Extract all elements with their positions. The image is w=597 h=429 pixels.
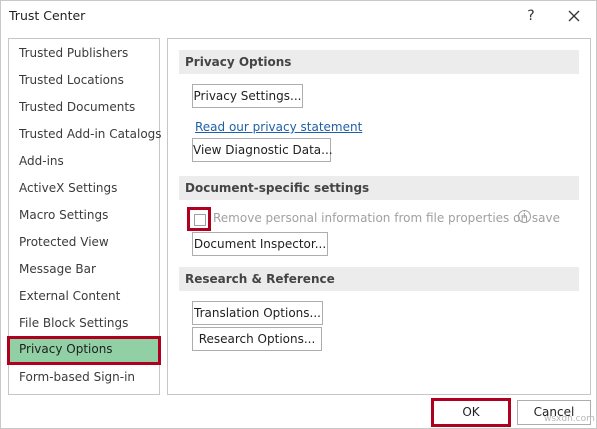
sidebar-item-trusted-locations[interactable]: Trusted Locations bbox=[9, 67, 159, 94]
privacy-settings-button[interactable]: Privacy Settings... bbox=[192, 84, 303, 108]
sidebar-item-trusted-publishers[interactable]: Trusted Publishers bbox=[9, 40, 159, 67]
trust-center-dialog: Trust Center ? Trusted Publishers Truste… bbox=[0, 0, 597, 429]
title-bar: Trust Center ? bbox=[1, 1, 596, 31]
privacy-statement-link[interactable]: Read our privacy statement bbox=[195, 120, 362, 134]
sidebar-item-file-block-settings[interactable]: File Block Settings bbox=[9, 310, 159, 337]
watermark: wsxdn.com bbox=[544, 414, 595, 424]
document-inspector-button[interactable]: Document Inspector... bbox=[192, 232, 328, 256]
info-icon: i bbox=[518, 210, 531, 223]
sidebar-item-message-bar[interactable]: Message Bar bbox=[9, 256, 159, 283]
sidebar-item-trusted-add-in-catalogs[interactable]: Trusted Add-in Catalogs bbox=[9, 121, 162, 148]
sidebar-item-protected-view[interactable]: Protected View bbox=[9, 229, 159, 256]
ok-button[interactable]: OK bbox=[431, 398, 511, 427]
sidebar-item-activex-settings[interactable]: ActiveX Settings bbox=[9, 175, 159, 202]
sidebar-item-privacy-options[interactable]: Privacy Options bbox=[7, 336, 161, 365]
close-button[interactable] bbox=[560, 4, 588, 28]
section-header-research-reference: Research & Reference bbox=[179, 267, 579, 291]
sidebar-nav: Trusted Publishers Trusted Locations Tru… bbox=[7, 38, 162, 395]
help-icon: ? bbox=[527, 8, 535, 24]
privacy-options-panel: Privacy Options Privacy Settings... Read… bbox=[167, 38, 591, 395]
section-header-privacy-options: Privacy Options bbox=[179, 50, 579, 74]
section-header-document-specific: Document-specific settings bbox=[179, 176, 579, 200]
sidebar-item-form-based-sign-in[interactable]: Form-based Sign-in bbox=[9, 364, 159, 391]
window-title: Trust Center bbox=[9, 8, 86, 23]
research-options-button[interactable]: Research Options... bbox=[192, 327, 322, 351]
remove-info-checkbox-highlight bbox=[187, 207, 211, 231]
remove-personal-info-checkbox[interactable] bbox=[194, 214, 206, 226]
view-diagnostic-data-button[interactable]: View Diagnostic Data... bbox=[192, 138, 333, 162]
sidebar-item-trusted-documents[interactable]: Trusted Documents bbox=[9, 94, 159, 121]
sidebar-item-macro-settings[interactable]: Macro Settings bbox=[9, 202, 159, 229]
sidebar-item-add-ins[interactable]: Add-ins bbox=[9, 148, 159, 175]
close-icon bbox=[568, 10, 580, 22]
help-button[interactable]: ? bbox=[517, 4, 545, 28]
sidebar-item-external-content[interactable]: External Content bbox=[9, 283, 159, 310]
remove-personal-info-label: Remove personal information from file pr… bbox=[213, 211, 560, 225]
translation-options-button[interactable]: Translation Options... bbox=[192, 301, 323, 325]
